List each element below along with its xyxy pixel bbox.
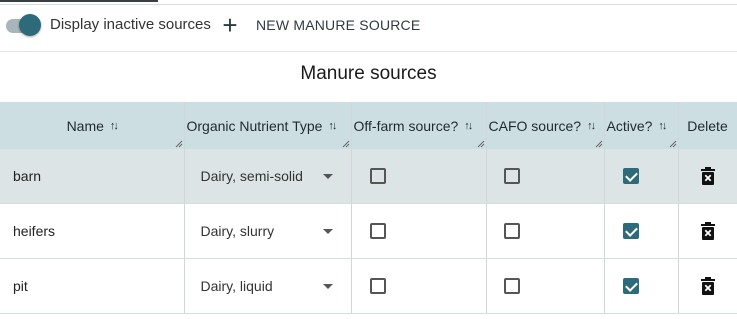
trash-icon[interactable]	[679, 277, 737, 295]
column-header-organic-nutrient-type[interactable]: Organic Nutrient Type ↑↓	[184, 102, 352, 149]
cafo-cell	[486, 258, 605, 314]
column-header-label: Name	[66, 117, 104, 134]
name-cell[interactable]: pit	[0, 258, 185, 314]
organic-nutrient-type-select[interactable]: Dairy, liquid	[184, 258, 352, 314]
organic-nutrient-type-select[interactable]: Dairy, slurry	[184, 203, 352, 259]
active-checkbox[interactable]	[622, 278, 639, 294]
column-header-label: Active?	[606, 117, 653, 134]
select-value: Dairy, semi-solid	[200, 168, 303, 184]
column-header-name[interactable]: Name ↑↓	[0, 102, 185, 149]
cafo-checkbox[interactable]	[503, 168, 520, 184]
cafo-checkbox[interactable]	[503, 223, 520, 239]
off-farm-cell	[351, 258, 487, 314]
off-farm-checkbox[interactable]	[369, 223, 386, 239]
column-header-label: Off-farm source?	[353, 117, 459, 134]
off-farm-checkbox[interactable]	[369, 168, 386, 184]
column-resize-handle[interactable]	[342, 140, 350, 148]
column-header-label: Organic Nutrient Type	[186, 117, 323, 134]
table-row[interactable]: pit Dairy, liquid	[0, 258, 737, 314]
off-farm-cell	[351, 203, 487, 259]
column-header-delete: Delete	[678, 102, 737, 149]
toolbar-divider	[0, 51, 737, 52]
table-row[interactable]: heifers Dairy, slurry	[0, 203, 737, 259]
column-resize-handle[interactable]	[477, 140, 485, 148]
cafo-cell	[486, 203, 605, 259]
sort-arrows-icon[interactable]: ↑↓	[587, 120, 596, 132]
name-cell[interactable]: barn	[0, 149, 185, 204]
column-header-label: Delete	[687, 117, 728, 134]
new-manure-source-button[interactable]: + NEW MANURE SOURCE	[214, 11, 426, 39]
off-farm-checkbox[interactable]	[369, 278, 386, 294]
select-value: Dairy, liquid	[200, 278, 273, 294]
plus-icon: +	[222, 10, 238, 40]
column-resize-handle[interactable]	[175, 140, 183, 148]
column-header-active[interactable]: Active? ↑↓	[604, 102, 679, 149]
manure-sources-table: Name ↑↓ Organic Nutrient Type ↑↓ Off-far…	[0, 102, 737, 314]
sort-arrows-icon[interactable]: ↑↓	[464, 120, 473, 132]
active-checkbox[interactable]	[622, 168, 639, 184]
column-header-cafo-source[interactable]: CAFO source? ↑↓	[486, 102, 605, 149]
column-header-off-farm-source[interactable]: Off-farm source? ↑↓	[351, 102, 487, 149]
column-resize-handle[interactable]	[669, 140, 677, 148]
caret-down-icon	[322, 173, 333, 179]
active-cell	[604, 203, 679, 259]
active-tab-indicator	[0, 0, 158, 2]
new-manure-source-label: NEW MANURE SOURCE	[256, 17, 421, 33]
table-row[interactable]: barn Dairy, semi-solid	[0, 149, 737, 204]
active-cell	[604, 258, 679, 314]
off-farm-cell	[351, 149, 487, 204]
column-resize-handle[interactable]	[595, 140, 603, 148]
toolbar: Display inactive sources + NEW MANURE SO…	[0, 5, 737, 52]
active-checkbox[interactable]	[622, 223, 639, 239]
page-title: Manure sources	[300, 63, 437, 84]
organic-nutrient-type-select[interactable]: Dairy, semi-solid	[184, 149, 352, 204]
table-header-row: Name ↑↓ Organic Nutrient Type ↑↓ Off-far…	[0, 102, 737, 149]
delete-cell	[678, 149, 737, 204]
cafo-cell	[486, 149, 605, 204]
sort-arrows-icon[interactable]: ↑↓	[658, 120, 667, 132]
delete-cell	[678, 203, 737, 259]
trash-icon[interactable]	[679, 167, 737, 185]
trash-icon[interactable]	[679, 222, 737, 240]
sort-arrows-icon[interactable]: ↑↓	[110, 120, 119, 132]
toggle-knob	[19, 14, 41, 36]
caret-down-icon	[322, 228, 333, 234]
name-cell[interactable]: heifers	[0, 203, 185, 259]
delete-cell	[678, 258, 737, 314]
column-header-label: CAFO source?	[488, 117, 582, 134]
select-value: Dairy, slurry	[200, 223, 275, 239]
sort-arrows-icon[interactable]: ↑↓	[328, 120, 337, 132]
active-cell	[604, 149, 679, 204]
inactive-sources-toggle[interactable]	[6, 14, 42, 38]
inactive-sources-toggle-label: Display inactive sources	[50, 16, 211, 33]
cafo-checkbox[interactable]	[503, 278, 520, 294]
caret-down-icon	[322, 283, 333, 289]
